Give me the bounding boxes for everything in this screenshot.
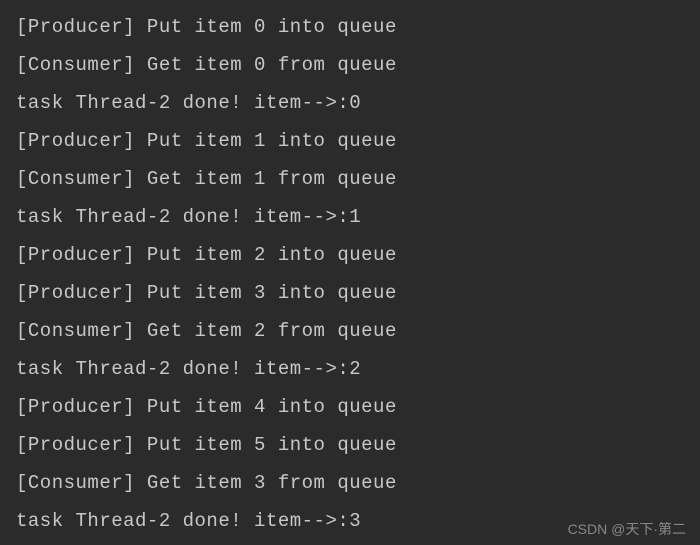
terminal-line: task Thread-2 done! item-->:2 xyxy=(16,350,684,388)
terminal-line: [Producer] Put item 5 into queue xyxy=(16,426,684,464)
terminal-line: [Consumer] Get item 2 from queue xyxy=(16,312,684,350)
terminal-line: [Producer] Put item 0 into queue xyxy=(16,8,684,46)
terminal-line: task Thread-2 done! item-->:0 xyxy=(16,84,684,122)
terminal-line: [Producer] Put item 3 into queue xyxy=(16,274,684,312)
terminal-line: [Consumer] Get item 0 from queue xyxy=(16,46,684,84)
terminal-line: [Consumer] Get item 1 from queue xyxy=(16,160,684,198)
terminal-line: [Producer] Put item 4 into queue xyxy=(16,388,684,426)
terminal-line: [Producer] Put item 2 into queue xyxy=(16,236,684,274)
terminal-line: task Thread-2 done! item-->:1 xyxy=(16,198,684,236)
terminal-line: [Producer] Put item 1 into queue xyxy=(16,122,684,160)
watermark-text: CSDN @天下·第二 xyxy=(568,519,686,539)
terminal-line: [Consumer] Get item 3 from queue xyxy=(16,464,684,502)
terminal-output: [Producer] Put item 0 into queue [Consum… xyxy=(16,8,684,540)
